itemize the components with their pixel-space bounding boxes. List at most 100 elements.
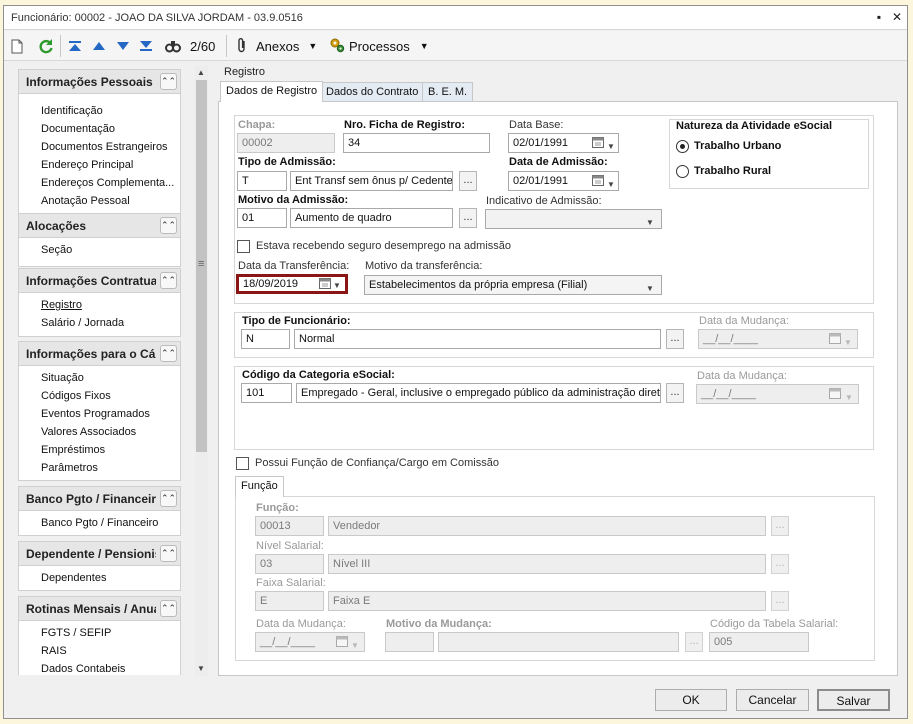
categoria-esocial-code[interactable]: 101 [241,383,292,403]
sidebar-item-codigos-fixos[interactable]: Códigos Fixos [41,390,111,402]
categoria-mudanca-input: __/__/____ ▼ [696,384,859,404]
sidebar-group-dependentes: Dependente / Pensionis ⌃⌃ Dependentes [18,541,181,591]
tipo-funcionario-code[interactable]: N [241,329,290,349]
categoria-mudanca-value: __/__/____ [701,388,757,400]
collapse-icon[interactable]: ⌃⌃ [160,272,177,289]
save-button[interactable]: Salvar [817,689,890,711]
processos-menu[interactable]: Processos ▼ [329,37,429,55]
collapse-icon[interactable]: ⌃⌃ [160,600,177,617]
motivo-transferencia-value: Estabelecimentos da própria empresa (Fil… [369,279,588,291]
chevron-down-icon: ▼ [646,218,654,227]
sidebar-item-eventos-programados[interactable]: Eventos Programados [41,408,150,420]
dropdown-arrow-icon: ▼ [419,41,429,51]
tab-dados-do-contrato[interactable]: Dados do Contrato [320,82,425,102]
search-icon[interactable] [165,37,181,55]
calendar-icon[interactable] [592,136,608,150]
tab-dados-de-registro[interactable]: Dados de Registro [220,81,324,102]
collapse-icon[interactable]: ⌃⌃ [160,490,177,507]
sidebar-item-valores-associados[interactable]: Valores Associados [41,426,136,438]
sidebar-item-documentos-estrangeiros[interactable]: Documentos Estrangeiros [41,141,168,153]
last-record-icon[interactable] [139,37,153,55]
next-record-icon[interactable] [116,37,130,55]
nivel-salarial-desc: Nível III [328,554,766,574]
tab-funcao[interactable]: Função [235,476,284,497]
new-record-icon[interactable] [11,37,23,55]
tipo-admissao-code[interactable]: T [237,171,287,191]
indicativo-admissao-select[interactable]: ▼ [485,209,662,229]
sidebar-item-documentacao[interactable]: Documentação [41,123,115,135]
dropdown-arrow-icon[interactable]: ▼ [333,279,341,291]
motivo-transferencia-label: Motivo da transferência: [365,260,483,272]
tipo-funcionario-lookup-button[interactable]: ... [666,329,684,349]
splitter-handle-icon[interactable]: ≡ [198,258,204,270]
chapa-label: Chapa: [238,119,276,131]
section-title: Registro [224,66,265,78]
sidebar-item-emprestimos[interactable]: Empréstimos [41,444,105,456]
faixa-salarial-desc: Faixa E [328,591,766,611]
calendar-icon [829,332,845,346]
motivo-mudanca-code [385,632,434,652]
categoria-esocial-label: Código da Categoria eSocial: [242,369,395,381]
sidebar-item-situacao[interactable]: Situação [41,372,84,384]
cancel-button[interactable]: Cancelar [736,689,809,711]
motivo-transferencia-select[interactable]: Estabelecimentos da própria empresa (Fil… [364,275,662,295]
chevron-down-icon: ▼ [646,284,654,293]
natureza-title: Natureza da Atividade eSocial [676,120,833,132]
collapse-icon[interactable]: ⌃⌃ [160,545,177,562]
seguro-desemprego-checkbox[interactable] [237,240,250,253]
restore-icon[interactable]: ▪ [872,10,886,24]
sidebar-item-banco-pgto[interactable]: Banco Pgto / Financeiro [41,517,158,529]
sidebar-item-identificacao[interactable]: Identificação [41,105,103,117]
motivo-admissao-lookup-button[interactable]: ... [459,208,477,228]
database-input[interactable]: 02/01/1991 ▼ [508,133,619,153]
previous-record-icon[interactable] [92,37,106,55]
sidebar-item-secao[interactable]: Seção [41,244,72,256]
data-transferencia-input[interactable]: 18/09/2019 ▼ [236,274,348,294]
sidebar-group-informacoes-calculo: Informações para o Cál ⌃⌃ Situação Código… [18,341,181,481]
ficha-input[interactable]: 34 [343,133,490,153]
sidebar-item-parametros[interactable]: Parâmetros [41,462,98,474]
data-admissao-value: 02/01/1991 [513,175,569,187]
refresh-icon[interactable] [38,37,54,55]
chapa-field: 00002 [237,133,335,153]
data-transferencia-value: 18/09/2019 [243,278,299,290]
radio-trabalho-urbano[interactable] [676,140,689,153]
sidebar-item-dependentes[interactable]: Dependentes [41,572,106,584]
scroll-down-icon[interactable]: ▼ [197,664,205,673]
ok-button[interactable]: OK [655,689,727,711]
tab-bem[interactable]: B. E. M. [422,82,474,102]
sidebar-scrollbar[interactable]: ▲ ▼ [195,66,208,676]
dropdown-arrow-icon[interactable]: ▼ [607,138,615,152]
collapse-icon[interactable]: ⌃⌃ [160,73,177,90]
sidebar-item-anotacao-pessoal[interactable]: Anotação Pessoal [41,195,130,207]
sidebar-item-registro[interactable]: Registro [41,299,82,311]
faixa-salarial-label: Faixa Salarial: [256,577,326,589]
tipo-admissao-lookup-button[interactable]: ... [459,171,477,191]
collapse-icon[interactable]: ⌃⌃ [160,217,177,234]
sidebar-group-banco-pgto: Banco Pgto / Financeiro ⌃⌃ Banco Pgto / F… [18,486,181,536]
motivo-admissao-code[interactable]: 01 [237,208,287,228]
first-record-icon[interactable] [68,37,82,55]
tipo-func-mudanca-input: __/__/____ ▼ [698,329,858,349]
collapse-icon[interactable]: ⌃⌃ [160,345,177,362]
tipo-admissao-desc: Ent Transf sem ônus p/ Cedente [290,171,453,191]
categoria-esocial-lookup-button[interactable]: ... [666,383,684,403]
radio-trabalho-rural[interactable] [676,165,689,178]
dropdown-arrow-icon[interactable]: ▼ [607,176,615,190]
funcao-desc: Vendedor [328,516,766,536]
faixa-salarial-code: E [255,591,324,611]
sidebar-item-enderecos-complementares[interactable]: Endereços Complementa... [41,177,174,189]
data-admissao-input[interactable]: 02/01/1991 ▼ [508,171,619,191]
sidebar-item-dados-contabeis[interactable]: Dados Contabeis [41,663,125,675]
scroll-up-icon[interactable]: ▲ [197,68,205,77]
sidebar-item-salario-jornada[interactable]: Salário / Jornada [41,317,124,329]
close-icon[interactable]: ✕ [890,10,904,24]
calendar-icon[interactable] [592,174,608,188]
sidebar-item-endereco-principal[interactable]: Endereço Principal [41,159,133,171]
group-title: Informações Contratua [26,274,156,288]
funcao-confianca-checkbox[interactable] [236,457,249,470]
group-title: Informações Pessoais [26,75,153,89]
anexos-menu[interactable]: Anexos ▼ [236,37,317,55]
sidebar-item-rais[interactable]: RAIS [41,645,67,657]
sidebar-item-fgts-sefip[interactable]: FGTS / SEFIP [41,627,111,639]
